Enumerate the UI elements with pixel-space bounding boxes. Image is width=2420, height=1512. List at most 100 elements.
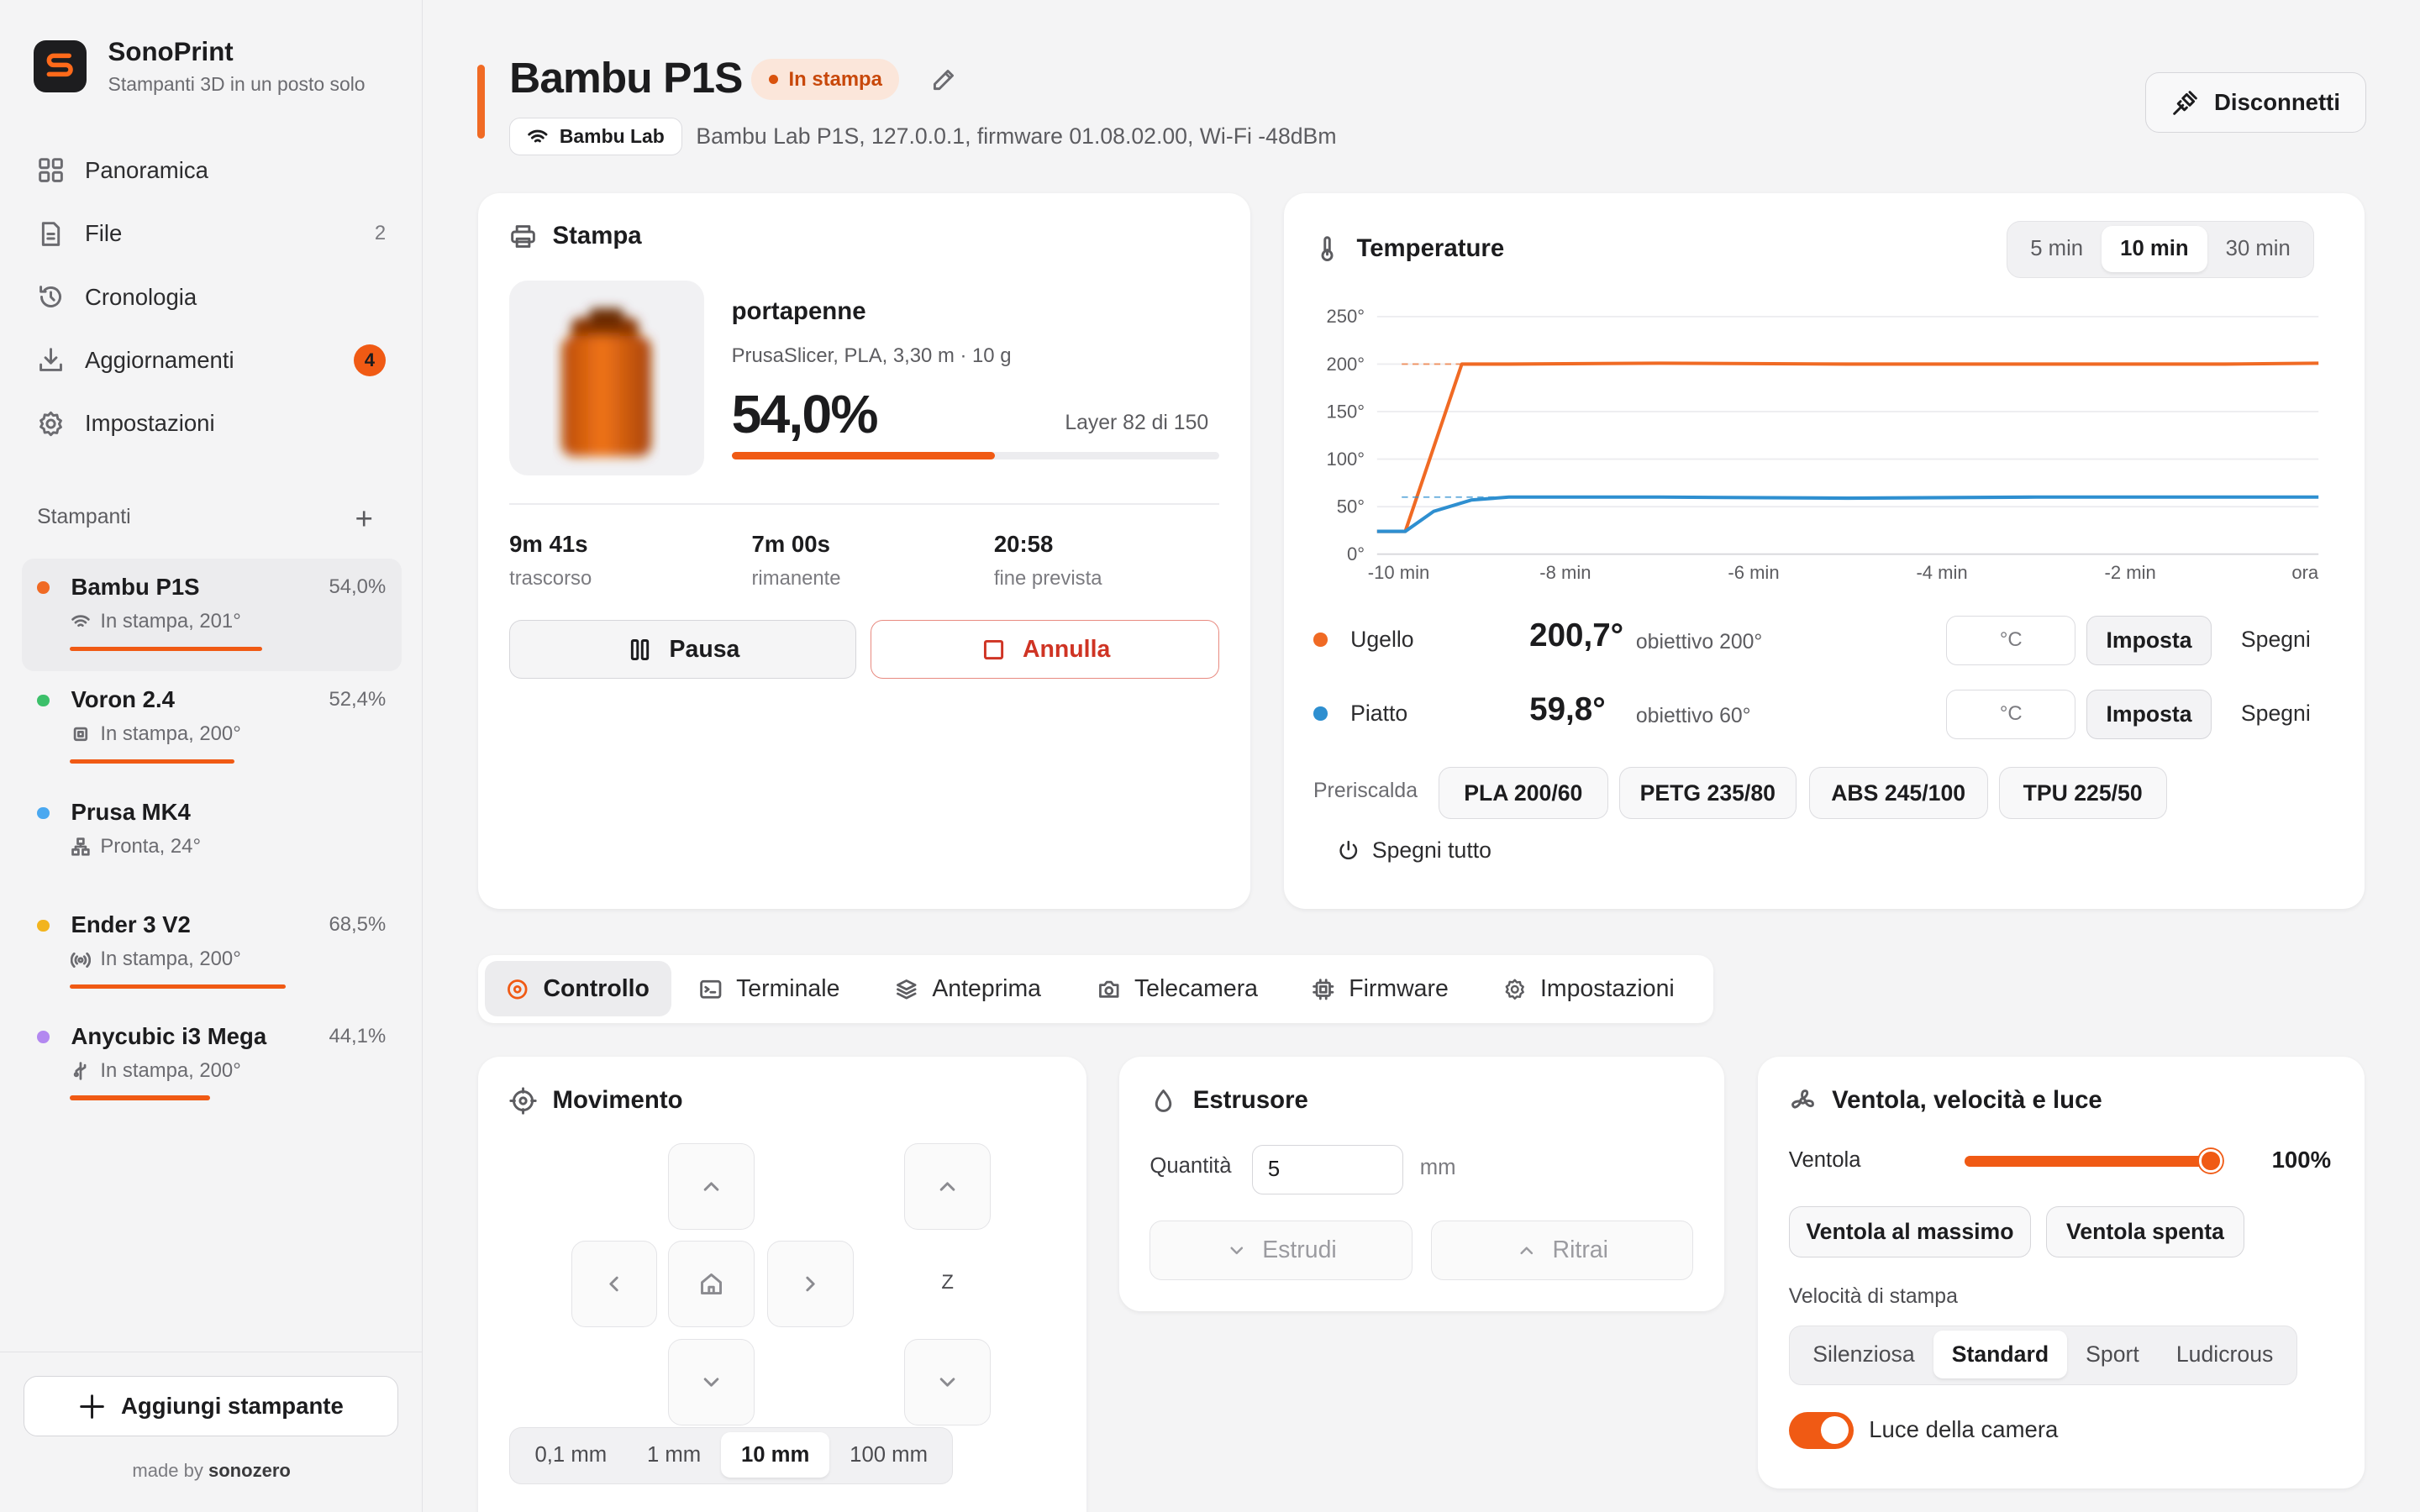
tab-controllo[interactable]: Controllo [484, 961, 671, 1017]
speed-standard[interactable]: Standard [1933, 1331, 2068, 1379]
printer-item-prusa[interactable]: Prusa MK4 Pronta, 24° [22, 784, 402, 896]
tab-firmware[interactable]: Firmware [1290, 961, 1470, 1016]
step-1mm[interactable]: 1 mm [627, 1432, 721, 1477]
add-printer-label: Aggiungi stampante [121, 1393, 344, 1420]
series-dot [1313, 706, 1328, 721]
range-5min[interactable]: 5 min [2012, 226, 2102, 272]
pause-button[interactable]: Pausa [509, 620, 857, 680]
fan-slider-fill [1965, 1155, 2212, 1167]
nozzle-temp-input[interactable]: °C [1946, 615, 2076, 665]
file-meta: PrusaSlicer, PLA, 3,30 m · 10 g [731, 344, 1012, 367]
status-dot [37, 581, 50, 595]
status-badge: In stampa [751, 58, 900, 101]
heater-row-bed: Piatto 59,8° obiettivo 60° °C Imposta Sp… [1313, 690, 2324, 739]
jog-z-plus-button[interactable] [904, 1142, 992, 1230]
tab-impostazioni[interactable]: Impostazioni [1481, 961, 1696, 1016]
tab-anteprima[interactable]: Anteprima [874, 961, 1063, 1016]
tab-terminale[interactable]: Terminale [677, 961, 861, 1016]
bed-set-button[interactable]: Imposta [2086, 690, 2212, 739]
stat-elapsed: 9m 41s trascorso [509, 531, 592, 591]
x-tick-label: -10 min [1367, 562, 1428, 583]
nav-item-cronologia[interactable]: Cronologia [22, 265, 402, 328]
step-10mm[interactable]: 10 mm [721, 1432, 830, 1478]
speed-label: Velocità di stampa [1788, 1284, 1958, 1308]
nozzle-set-button[interactable]: Imposta [2086, 615, 2212, 665]
jog-y-plus-button[interactable] [668, 1142, 755, 1230]
fan-slider-knob[interactable] [2199, 1149, 2223, 1173]
tab-telecamera[interactable]: Telecamera [1076, 961, 1280, 1016]
brand-name: SonoPrint [108, 37, 234, 67]
camera-light-toggle[interactable] [1788, 1411, 1854, 1449]
fan-label: Ventola [1788, 1147, 1861, 1172]
printer-item-voron[interactable]: Voron 2.4 52,4% In stampa, 200° [22, 671, 402, 784]
bed-off-button[interactable]: Spegni [2241, 701, 2311, 727]
temperature-chart: 0° 50° 100° 150° 200° 250° -10 min -8 min -6 min… [1326, 306, 2318, 583]
jog-y-minus-button[interactable] [668, 1339, 755, 1426]
chip-icon [74, 727, 88, 742]
printer-item-ender[interactable]: Ender 3 V2 68,5% In stampa, 200° [22, 896, 402, 1007]
nav-item-panoramica[interactable]: Panoramica [22, 139, 402, 202]
heater-temp: 59,8° [1529, 690, 1606, 727]
x-tick-label: -6 min [1728, 562, 1779, 583]
preset-abs[interactable]: ABS 245/100 [1808, 766, 1988, 820]
x-tick-label: -2 min [2104, 562, 2155, 583]
camera-icon [1098, 980, 1119, 998]
home-button[interactable] [668, 1240, 755, 1327]
layer-info: Layer 82 di 150 [1065, 412, 1209, 435]
preset-petg[interactable]: PETG 235/80 [1618, 766, 1797, 820]
nav-label: Cronologia [84, 283, 197, 310]
all-off-button[interactable]: Spegni tutto [1337, 837, 1491, 864]
jog-x-minus-button[interactable] [571, 1240, 658, 1327]
chevron-down-icon [1230, 1247, 1244, 1254]
edit-name-button[interactable] [929, 66, 957, 94]
step-100mm[interactable]: 100 mm [829, 1432, 948, 1477]
stat-label: trascorso [509, 566, 592, 590]
heater-target: obiettivo 200° [1635, 631, 1763, 654]
nav-item-file[interactable]: File 2 [22, 202, 402, 265]
add-printer-button[interactable]: Aggiungi stampante [23, 1376, 398, 1436]
print-speed-selector: Silenziosa Standard Sport Ludicrous [1788, 1325, 2297, 1386]
chevron-up-icon [703, 1182, 719, 1191]
preset-tpu[interactable]: TPU 225/50 [1998, 766, 2167, 820]
stat-value: 7m 00s [751, 530, 830, 557]
preset-pla[interactable]: PLA 200/60 [1438, 766, 1608, 820]
divider [509, 502, 1219, 505]
range-30min[interactable]: 30 min [2207, 226, 2309, 272]
nav-item-impostazioni[interactable]: Impostazioni [22, 391, 402, 454]
status-dot [37, 919, 50, 932]
step-0-1mm[interactable]: 0,1 mm [515, 1432, 627, 1477]
disconnect-label: Disconnetti [2214, 89, 2341, 116]
fan-speed-slider[interactable] [1965, 1149, 2223, 1173]
printer-status: In stampa, 200° [71, 722, 386, 746]
brand[interactable]: SonoPrint Stampanti 3D in un posto solo [34, 37, 366, 96]
printer-status: In stampa, 200° [71, 948, 386, 971]
speed-silent[interactable]: Silenziosa [1794, 1331, 1933, 1378]
file-name: portapenne [731, 297, 866, 326]
speed-ludicrous[interactable]: Ludicrous [2158, 1331, 2292, 1378]
add-printer-plus-icon[interactable]: + [355, 503, 372, 534]
made-by-link[interactable]: sonozero [208, 1460, 291, 1481]
nav-item-aggiornamenti[interactable]: Aggiornamenti 4 [22, 328, 402, 391]
y-tick-label: 150° [1326, 401, 1365, 422]
printer-item-anycubic[interactable]: Anycubic i3 Mega 44,1% In stampa, 200° [22, 1007, 402, 1120]
retract-button[interactable]: Ritrai [1430, 1220, 1693, 1281]
print-progress-fill [731, 452, 995, 460]
fan-max-button[interactable]: Ventola al massimo [1788, 1206, 2032, 1257]
printer-item-bambu-p1s[interactable]: Bambu P1S 54,0% In stampa, 201° [21, 558, 402, 671]
extrude-quantity-input[interactable]: 5 [1251, 1144, 1403, 1194]
fan-off-button[interactable]: Ventola spenta [2046, 1206, 2244, 1257]
disconnect-button[interactable]: Disconnetti [2145, 72, 2366, 133]
jog-x-plus-button[interactable] [766, 1240, 854, 1327]
extrude-button[interactable]: Estrudi [1150, 1220, 1413, 1281]
range-10min[interactable]: 10 min [2102, 226, 2207, 273]
print-thumbnail [509, 281, 704, 475]
speed-sport[interactable]: Sport [2067, 1331, 2158, 1378]
cancel-print-button[interactable]: Annulla [870, 620, 1219, 680]
updates-badge: 4 [353, 344, 387, 377]
jog-z-minus-button[interactable] [904, 1339, 992, 1426]
nozzle-off-button[interactable]: Spegni [2241, 627, 2311, 653]
quantity-label: Quantità [1150, 1153, 1232, 1178]
bed-temp-input[interactable]: °C [1946, 690, 2076, 739]
nav-label: File [84, 220, 123, 247]
y-tick-label: 250° [1326, 306, 1365, 327]
